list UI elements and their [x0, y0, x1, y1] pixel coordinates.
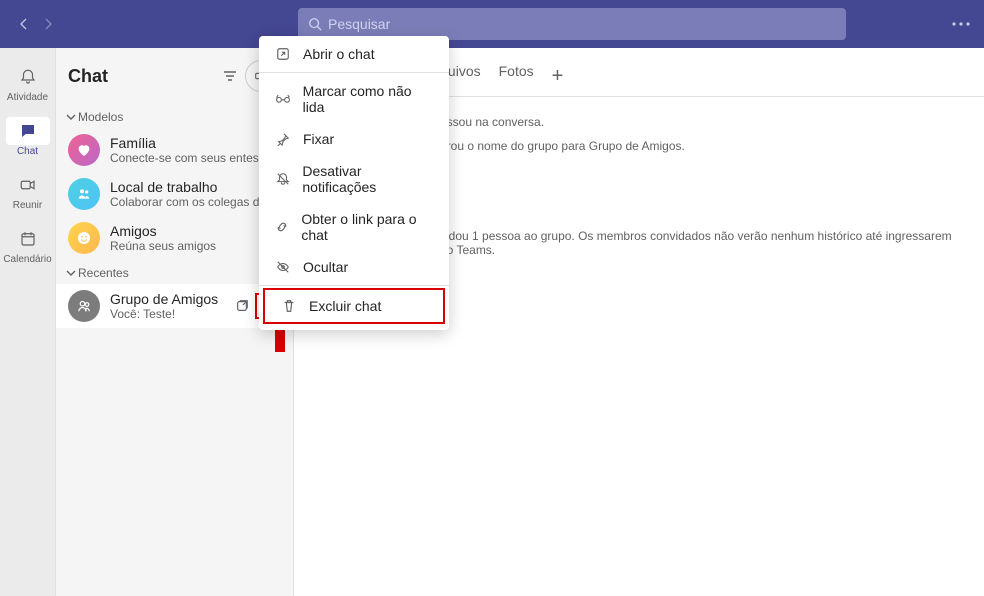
separator — [259, 285, 449, 286]
add-tab-button[interactable]: + — [552, 65, 564, 88]
template-subtitle: Reúna seus amigos — [110, 239, 283, 253]
template-title: Local de trabalho — [110, 179, 283, 195]
template-subtitle: Colaborar com os colegas de trabalho — [110, 195, 283, 209]
ctx-delete-chat[interactable]: Excluir chat — [263, 288, 445, 324]
ctx-label: Fixar — [303, 131, 334, 147]
section-templates[interactable]: Modelos — [56, 104, 293, 128]
rail-activity[interactable]: Atividade — [0, 56, 56, 110]
separator — [259, 72, 449, 73]
chat-preview: Você: Teste! — [110, 307, 231, 321]
template-subtitle: Conecte-se com seus entes queridos — [110, 151, 283, 165]
app-more-button[interactable] — [952, 22, 970, 26]
template-item-family[interactable]: FamíliaConecte-se com seus entes querido… — [56, 128, 293, 172]
recent-item-grupo-de-amigos[interactable]: Grupo de AmigosVocê: Teste! — [56, 284, 293, 328]
rail-meet[interactable]: Reunir — [0, 164, 56, 218]
pin-icon — [273, 132, 293, 146]
trash-icon — [279, 299, 299, 313]
chat-context-menu: Abrir o chat Marcar como não lida Fixar … — [259, 36, 449, 330]
rail-calendar-label: Calendário — [3, 254, 51, 265]
ctx-label: Ocultar — [303, 259, 348, 275]
open-icon — [273, 47, 293, 61]
search-placeholder: Pesquisar — [328, 16, 390, 32]
nav-forward-button[interactable] — [36, 12, 60, 36]
chat-title: Grupo de Amigos — [110, 291, 231, 307]
section-recents[interactable]: Recentes — [56, 260, 293, 284]
eye-off-icon — [273, 260, 293, 274]
ctx-label: Abrir o chat — [303, 46, 375, 62]
calendar-icon — [6, 225, 50, 253]
ctx-hide[interactable]: Ocultar — [259, 251, 449, 283]
link-icon — [273, 220, 291, 234]
ctx-pin[interactable]: Fixar — [259, 123, 449, 155]
open-in-new-icon[interactable] — [231, 295, 253, 317]
top-bar: Pesquisar — [0, 0, 984, 48]
ctx-mute[interactable]: Desativar notificações — [259, 155, 449, 203]
nav-rail: Atividade Chat Reunir Calendário — [0, 48, 56, 596]
section-recents-label: Recentes — [78, 266, 129, 280]
video-icon — [6, 171, 50, 199]
rail-meet-label: Reunir — [13, 200, 42, 211]
filter-button[interactable] — [215, 61, 245, 91]
glasses-icon — [273, 92, 293, 106]
ctx-label: Marcar como não lida — [303, 83, 435, 115]
template-item-friends[interactable]: AmigosReúna seus amigos — [56, 216, 293, 260]
rail-chat-label: Chat — [17, 146, 38, 157]
rail-activity-label: Atividade — [7, 92, 48, 103]
ctx-open-chat[interactable]: Abrir o chat — [259, 38, 449, 70]
ctx-label: Obter o link para o chat — [301, 211, 435, 243]
nav-back-button[interactable] — [12, 12, 36, 36]
ctx-label: Desativar notificações — [302, 163, 435, 195]
template-title: Amigos — [110, 223, 283, 239]
heart-icon — [68, 134, 100, 166]
rail-chat[interactable]: Chat — [0, 110, 56, 164]
tab-photos[interactable]: Fotos — [499, 63, 534, 89]
template-item-work[interactable]: Local de trabalhoColaborar com os colega… — [56, 172, 293, 216]
ctx-label: Excluir chat — [309, 298, 381, 314]
ctx-mark-unread[interactable]: Marcar como não lida — [259, 75, 449, 123]
group-avatar-icon — [68, 290, 100, 322]
chat-list-title: Chat — [68, 66, 215, 87]
people-icon — [68, 178, 100, 210]
ctx-get-link[interactable]: Obter o link para o chat — [259, 203, 449, 251]
section-templates-label: Modelos — [78, 110, 123, 124]
rail-calendar[interactable]: Calendário — [0, 218, 56, 272]
smile-icon — [68, 222, 100, 254]
bell-off-icon — [273, 172, 292, 186]
bell-icon — [6, 63, 50, 91]
template-title: Família — [110, 135, 283, 151]
chat-icon — [6, 117, 50, 145]
